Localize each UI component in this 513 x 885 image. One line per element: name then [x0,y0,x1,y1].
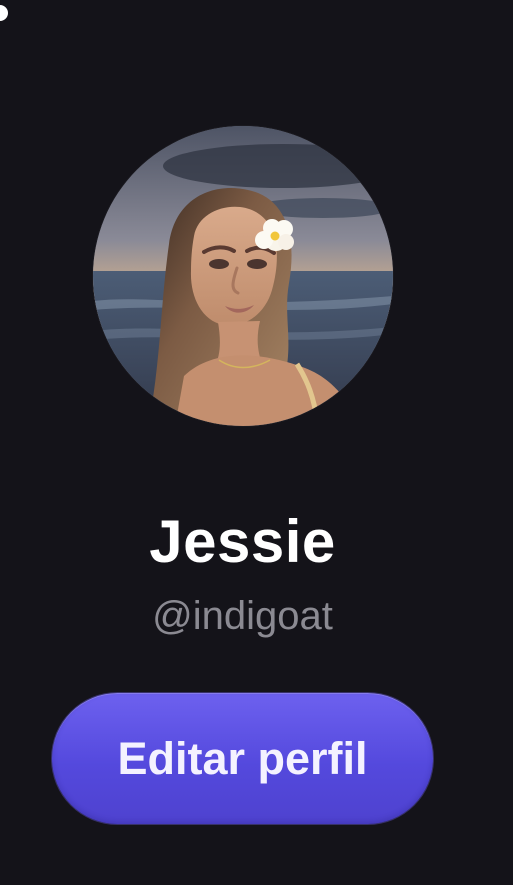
avatar [93,126,393,426]
profile-screen: Jessie @indigoat Editar perfil [0,0,513,885]
avatar-photo [93,126,393,426]
profile-username: @indigoat [152,594,333,638]
status-dot-icon [0,5,8,21]
profile-display-name: Jessie [149,508,336,575]
edit-profile-button[interactable]: Editar perfil [52,693,433,824]
